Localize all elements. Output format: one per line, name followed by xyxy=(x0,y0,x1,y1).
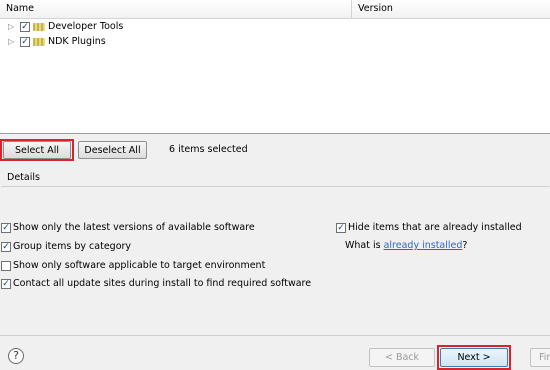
category-icon xyxy=(33,38,45,46)
software-tree-table[interactable]: Name Version ▷ ✓ Developer Tools ▷ ✓ NDK… xyxy=(0,0,550,134)
selected-count-label: 6 items selected xyxy=(169,144,248,155)
tree-row-label: Developer Tools xyxy=(48,21,124,32)
checkbox-group-by-category[interactable]: ✓ xyxy=(1,242,11,252)
deselect-all-button[interactable]: Deselect All xyxy=(78,141,147,159)
what-is-installed-text: What is already installed? xyxy=(345,240,468,251)
help-icon[interactable]: ? xyxy=(8,348,24,364)
checkbox-hide-installed[interactable]: ✓ xyxy=(336,223,346,233)
finish-button[interactable]: Fin xyxy=(530,348,550,367)
checkbox-developer-tools[interactable]: ✓ xyxy=(20,22,30,32)
details-label: Details xyxy=(7,172,40,183)
checkbox-contact-update-sites[interactable]: ✓ xyxy=(1,279,11,289)
category-icon xyxy=(33,23,45,31)
expand-arrow-icon[interactable]: ▷ xyxy=(8,20,16,34)
next-button[interactable]: Next > xyxy=(440,348,508,367)
back-button[interactable]: < Back xyxy=(369,348,435,367)
tree-row-ndk-plugins[interactable]: ▷ ✓ NDK Plugins xyxy=(0,35,550,49)
checkbox-latest-versions[interactable]: ✓ xyxy=(1,223,11,233)
details-area xyxy=(1,186,549,217)
tree-row-developer-tools[interactable]: ▷ ✓ Developer Tools xyxy=(0,20,550,34)
column-header-name[interactable]: Name xyxy=(0,0,352,18)
select-all-button[interactable]: Select All xyxy=(3,141,71,159)
table-header: Name Version xyxy=(0,0,550,19)
expand-arrow-icon[interactable]: ▷ xyxy=(8,35,16,49)
bottom-separator xyxy=(0,335,550,336)
checkbox-ndk-plugins[interactable]: ✓ xyxy=(20,37,30,47)
column-header-version[interactable]: Version xyxy=(352,0,550,18)
checkbox-target-environment[interactable] xyxy=(1,261,11,271)
already-installed-link[interactable]: already installed xyxy=(384,240,463,251)
tree-row-label: NDK Plugins xyxy=(48,36,106,47)
